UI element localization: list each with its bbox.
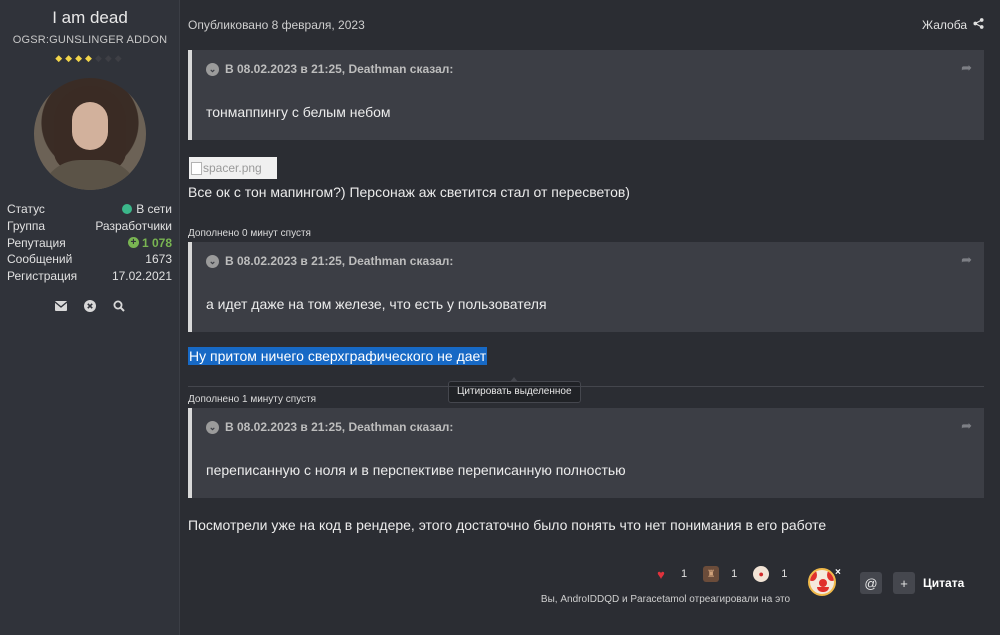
- added-later-label: Дополнено 0 минут спустя: [188, 228, 311, 239]
- rank-pips-empty: ◆◆◆: [94, 53, 125, 63]
- report-label: Жалоба: [922, 18, 967, 32]
- quote-button[interactable]: Цитата: [923, 576, 964, 590]
- stat-posts: Сообщений 1673: [7, 251, 172, 268]
- reaction-count: 1: [681, 568, 688, 580]
- stat-value: 1673: [145, 252, 172, 267]
- reputation-plus-icon: +: [127, 237, 139, 249]
- author-name[interactable]: I am dead: [0, 8, 180, 28]
- added-later-label: Дополнено 1 минуту спустя: [188, 394, 317, 405]
- post-text-selected[interactable]: Ну притом ничего сверхграфического не да…: [188, 347, 488, 365]
- chevron-down-icon[interactable]: ⌄: [206, 254, 219, 268]
- divider: [188, 386, 984, 387]
- stat-registration: Регистрация 17.02.2021: [7, 268, 172, 285]
- quote-citation: В 08.02.2023 в 21:25, Deathman сказал:: [225, 62, 454, 76]
- stat-value: 1 078: [141, 235, 172, 250]
- stat-group: Группа Разработчики: [7, 218, 172, 235]
- statue-icon: ♜: [703, 566, 720, 582]
- stat-label: Группа: [7, 218, 46, 233]
- stat-value: В сети: [136, 202, 172, 216]
- chevron-down-icon[interactable]: ⌄: [206, 420, 219, 434]
- share-icon[interactable]: [973, 18, 984, 32]
- reaction-list: ♥ 1 ♜ 1 ● 1: [653, 566, 787, 582]
- my-reaction-clown-icon[interactable]: [808, 568, 836, 596]
- author-title: OGSR:GUNSLINGER ADDON: [12, 34, 168, 46]
- report-button[interactable]: Жалоба: [922, 18, 984, 32]
- quote-block: ⌄ В 08.02.2023 в 21:25, Deathman сказал:…: [188, 50, 984, 140]
- reaction-statue[interactable]: ♜ 1: [703, 566, 737, 582]
- reaction-heart[interactable]: ♥ 1: [653, 566, 687, 582]
- broken-image: spacer.png: [189, 157, 277, 179]
- stat-label: Сообщений: [7, 252, 73, 267]
- stat-reputation: Репутация +1 078: [7, 235, 172, 252]
- clown-icon: ●: [753, 566, 770, 582]
- rank-pips: ◆◆◆◆◆◆◆: [0, 53, 180, 64]
- heart-icon: ♥: [657, 566, 665, 582]
- author-sidebar: I am dead OGSR:GUNSLINGER ADDON ◆◆◆◆◆◆◆ …: [0, 0, 180, 635]
- reaction-clown[interactable]: ● 1: [753, 566, 787, 582]
- stat-label: Регистрация: [7, 269, 78, 284]
- mention-button[interactable]: @: [860, 572, 882, 594]
- envelope-icon[interactable]: [54, 299, 67, 312]
- avatar[interactable]: [34, 78, 146, 190]
- post-text: Посмотрели уже на код в рендере, этого д…: [188, 517, 827, 533]
- post-content: Опубликовано 8 февраля, 2023 Жалоба ⌄ В …: [181, 0, 1000, 635]
- quote-citation: В 08.02.2023 в 21:25, Deathman сказал:: [225, 254, 454, 268]
- quote-selection-tooltip[interactable]: Цитировать выделенное: [448, 377, 581, 403]
- stat-status: Статус В сети: [7, 201, 172, 218]
- rank-pips-filled: ◆◆◆◆: [55, 53, 95, 63]
- post-date[interactable]: Опубликовано 8 февраля, 2023: [188, 18, 365, 32]
- chevron-down-icon[interactable]: ⌄: [206, 62, 219, 76]
- stat-value: 17.02.2021: [111, 269, 172, 284]
- post-text: Все ок с тон мапингом?) Персонаж аж свет…: [188, 184, 630, 200]
- stat-label: Репутация: [7, 235, 66, 250]
- quote-block: ⌄ В 08.02.2023 в 21:25, Deathman сказал:…: [188, 408, 984, 498]
- quote-header[interactable]: ⌄ В 08.02.2023 в 21:25, Deathman сказал:: [206, 254, 453, 268]
- author-actions: [54, 299, 125, 312]
- quote-text: а идет даже на том железе, что есть у по…: [206, 296, 547, 312]
- quote-citation: В 08.02.2023 в 21:25, Deathman сказал:: [225, 420, 454, 434]
- quote-header[interactable]: ⌄ В 08.02.2023 в 21:25, Deathman сказал:: [206, 420, 453, 434]
- multiquote-plus-button[interactable]: +: [893, 572, 915, 594]
- online-dot-icon: [122, 204, 133, 215]
- selected-text[interactable]: Ну притом ничего сверхграфического не да…: [188, 347, 488, 365]
- stat-label: Статус: [7, 202, 45, 216]
- reaction-count: 1: [731, 568, 738, 580]
- quote-share-icon[interactable]: ➦: [961, 252, 972, 268]
- quote-text: переписанную с ноля и в перспективе пере…: [206, 462, 626, 478]
- stat-value: Разработчики: [95, 218, 172, 233]
- search-icon[interactable]: [112, 299, 125, 312]
- reaction-count: 1: [781, 568, 788, 580]
- author-stats: Статус В сети Группа Разработчики Репута…: [7, 201, 172, 285]
- quote-share-icon[interactable]: ➦: [961, 60, 972, 76]
- quote-share-icon[interactable]: ➦: [961, 418, 972, 434]
- remove-reaction-icon[interactable]: ×: [835, 567, 841, 578]
- ignore-icon[interactable]: [83, 299, 96, 312]
- quote-block: ⌄ В 08.02.2023 в 21:25, Deathman сказал:…: [188, 242, 984, 332]
- quote-header[interactable]: ⌄ В 08.02.2023 в 21:25, Deathman сказал:: [206, 62, 453, 76]
- reaction-summary[interactable]: Вы, AndroIDDQD и Paracetamol отреагирова…: [541, 594, 790, 605]
- quote-text: тонмаппингу с белым небом: [206, 104, 391, 120]
